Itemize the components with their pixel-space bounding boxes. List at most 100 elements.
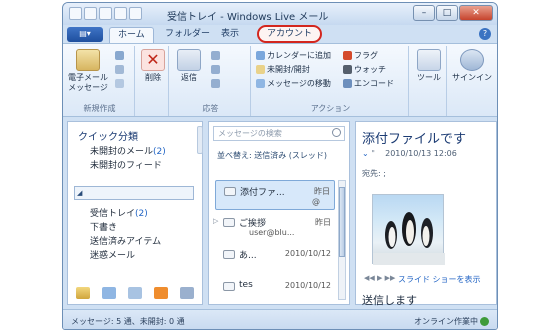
watch-button[interactable]: ウォッチ: [343, 64, 386, 76]
minimize-button[interactable]: –: [413, 5, 435, 21]
search-input[interactable]: メッセージの検索: [213, 126, 345, 141]
signin-button[interactable]: サインイン: [451, 49, 493, 83]
penguins-image: [373, 212, 445, 265]
penguin-photo[interactable]: [372, 194, 445, 265]
new-email-icon: [76, 49, 100, 71]
close-button[interactable]: ✕: [459, 5, 493, 21]
contacts-module-icon[interactable]: [128, 287, 142, 299]
tab-account[interactable]: アカウント: [257, 25, 323, 43]
nav-drafts[interactable]: 下書き: [90, 220, 117, 233]
customize-qat-icon[interactable]: [129, 7, 142, 20]
tab-folder[interactable]: フォルダー: [157, 27, 218, 43]
nav-sent[interactable]: 送信済みアイテム: [90, 234, 161, 247]
reply-icon: [177, 49, 201, 71]
folder-pane-scrollbar[interactable]: [197, 126, 203, 154]
newsgroups-module-icon[interactable]: [180, 287, 194, 299]
window-controls: – □ ✕: [413, 5, 493, 21]
inbox-count: (2): [135, 209, 148, 219]
ribbon-group-respond: 返信 応答: [171, 46, 251, 116]
ribbon-group-signin: サインイン: [449, 46, 495, 116]
from-arrow-icon: ⌄: [362, 149, 372, 158]
move-icon: [256, 79, 265, 88]
message-list-scrollbar[interactable]: [338, 180, 346, 300]
ribbon-tab-bar: ▤▾ ホーム フォルダー 表示 アカウント ?: [63, 25, 497, 43]
folder-pane: クイック分類 未開封のメール(2) 未開封のフィード ◢ 受信トレイ(2) 下書…: [67, 121, 203, 305]
forward-icon[interactable]: [211, 64, 222, 76]
glasses-icon: [343, 65, 352, 74]
status-bar: メッセージ: 5 通、未開封: 0 通 オンライン作業中: [63, 309, 497, 329]
group-label-actions: アクション: [310, 104, 351, 113]
nav-inbox[interactable]: 受信トレイ(2): [90, 206, 148, 219]
new-event-icon[interactable]: [115, 78, 126, 90]
calendar-module-icon[interactable]: [102, 287, 116, 299]
status-message-count: メッセージ: 5 通、未開封: 0 通: [71, 317, 185, 326]
quick-access-toolbar: [69, 7, 142, 20]
scrollbar-thumb[interactable]: [339, 187, 345, 257]
account-header[interactable]: ◢: [74, 186, 194, 200]
app-menu-icon[interactable]: [69, 7, 82, 20]
envelope-icon: [223, 218, 235, 227]
slideshow-link[interactable]: スライド ショーを表示: [398, 274, 481, 285]
ribbon-group-delete: ✕ 削除: [137, 46, 169, 116]
title-bar: 受信トレイ - Windows Live メール – □ ✕: [63, 3, 497, 25]
slideshow-nav-icons[interactable]: ◀◀ ▶ ▶▶: [364, 274, 395, 282]
nav-unread-mail[interactable]: 未開封のメール(2): [90, 144, 166, 157]
reading-title: 添付ファイルです: [362, 132, 467, 147]
collapse-triangle-icon: ◢: [77, 189, 83, 197]
delete-button[interactable]: ✕ 削除: [139, 49, 167, 83]
message-list-pane: メッセージの検索 並べ替え: 送信済み (スレッド) 添付ファ... 昨日 @ …: [208, 121, 350, 305]
new-items-icon[interactable]: [115, 50, 126, 62]
reading-pane: 添付ファイルです ⌄ " 2010/10/13 12:06 宛先: ; ◀◀ ▶…: [355, 121, 497, 307]
mail-module-icon[interactable]: [76, 287, 90, 299]
ribbon-group-new: 電子メール メッセージ 新規作成: [65, 46, 135, 116]
new-email-button[interactable]: 電子メール メッセージ: [67, 49, 109, 93]
flag-icon: [343, 51, 352, 60]
group-label-respond: 応答: [202, 104, 219, 113]
tools-button[interactable]: ツール: [415, 49, 443, 83]
nav-unread-feeds[interactable]: 未開封のフィード: [90, 158, 162, 171]
send-receive-icon[interactable]: [114, 7, 127, 20]
ribbon-group-tools: ツール: [411, 46, 447, 116]
message-row[interactable]: ▷ ご挨拶 昨日 user@blu...: [213, 212, 335, 242]
signin-icon: [460, 49, 484, 71]
window-title: 受信トレイ - Windows Live メール: [167, 12, 329, 23]
quick-views-header: クイック分類: [78, 132, 138, 143]
flag-button[interactable]: フラグ: [343, 50, 378, 62]
search-icon[interactable]: [332, 128, 341, 137]
reading-date: 2010/10/13 12:06: [385, 149, 457, 158]
envelope-icon: [223, 282, 235, 291]
sort-label[interactable]: 並べ替え: 送信済み (スレッド): [217, 150, 327, 161]
envelope-icon: [224, 187, 236, 196]
module-switcher: [76, 287, 194, 299]
reading-to: 宛先: ;: [362, 169, 386, 178]
ribbon: 電子メール メッセージ 新規作成 ✕ 削除 返信 応答 カレンダーに追加 未開封…: [63, 43, 497, 117]
delete-icon: ✕: [141, 49, 165, 71]
message-row[interactable]: tes 2010/10/12: [215, 276, 335, 306]
new-contact-icon[interactable]: [115, 64, 126, 76]
group-label-new: 新規作成: [83, 104, 116, 113]
reply-icon[interactable]: [99, 7, 112, 20]
reply-button[interactable]: 返信: [175, 49, 203, 83]
app-window: 受信トレイ - Windows Live メール – □ ✕ ▤▾ ホーム フォ…: [62, 2, 498, 330]
encode-button[interactable]: エンコード: [343, 78, 394, 90]
move-message-button[interactable]: メッセージの移動: [256, 78, 331, 90]
tab-home[interactable]: ホーム: [109, 27, 154, 43]
maximize-button[interactable]: □: [436, 5, 458, 21]
ribbon-group-actions: カレンダーに追加 未開封/開封 メッセージの移動 フラグ ウォッチ エンコード …: [253, 46, 409, 116]
help-icon[interactable]: ?: [479, 28, 491, 40]
app-menu-button[interactable]: ▤▾: [67, 27, 103, 42]
reading-body-heading: 送信します: [362, 294, 417, 307]
expand-thread-icon[interactable]: ▷: [213, 217, 218, 225]
instant-message-icon[interactable]: [211, 78, 222, 90]
add-to-calendar-button[interactable]: カレンダーに追加: [256, 50, 331, 62]
message-row[interactable]: 添付ファ... 昨日 @: [215, 180, 335, 210]
reply-all-icon[interactable]: [211, 50, 222, 62]
unread-mail-count: (2): [153, 147, 166, 157]
tab-view[interactable]: 表示: [213, 27, 247, 43]
tools-icon: [417, 49, 441, 71]
unread-read-button[interactable]: 未開封/開封: [256, 64, 310, 76]
feeds-module-icon[interactable]: [154, 287, 168, 299]
nav-junk[interactable]: 迷惑メール: [90, 248, 135, 261]
new-message-icon[interactable]: [84, 7, 97, 20]
message-row[interactable]: あ... 2010/10/12: [215, 244, 335, 274]
